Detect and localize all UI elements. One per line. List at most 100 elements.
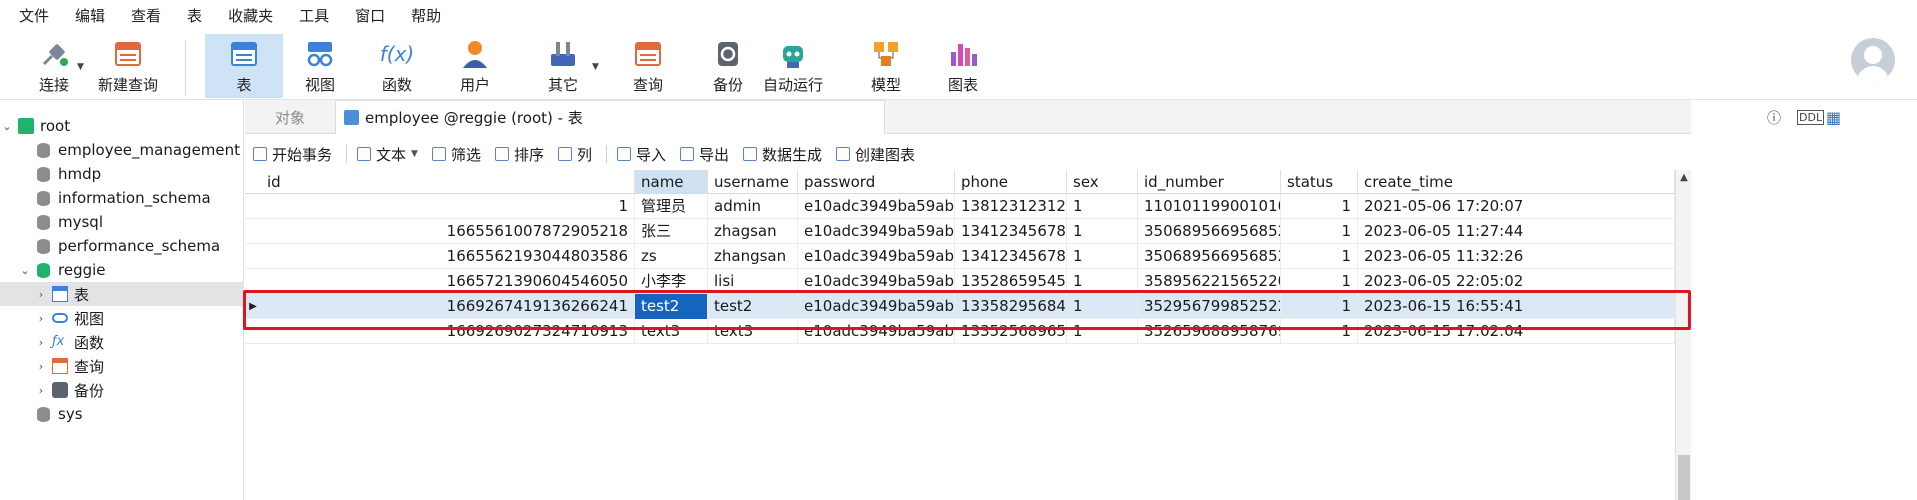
text-view-button[interactable]: 文本 ▼	[357, 144, 418, 165]
tree-item[interactable]: hmdp	[0, 162, 244, 186]
cell-username[interactable]: admin	[708, 194, 798, 219]
toolbar-button[interactable]: 模型	[850, 34, 922, 98]
cell-name[interactable]: 小李李	[635, 269, 708, 294]
tree-item[interactable]: ⌄ reggie	[0, 258, 244, 282]
columns-button[interactable]: 列	[557, 144, 592, 165]
cell-id[interactable]: 1669269027324710913	[261, 319, 635, 344]
toolbar-button[interactable]: 新建查询	[92, 34, 164, 98]
menu-item[interactable]: 查看	[118, 0, 174, 32]
scroll-up-icon[interactable]: ▲	[1676, 170, 1692, 186]
cell-sex[interactable]: 1	[1067, 269, 1138, 294]
table-row[interactable]: 1665561007872905218 张三 zhagsan e10adc3949ba…	[245, 219, 1691, 244]
cell-name[interactable]: test2	[635, 294, 708, 319]
expand-arrow-icon[interactable]: ›	[34, 288, 48, 301]
panel-layout-icon[interactable]: ▦	[1826, 108, 1841, 127]
cell-id_number[interactable]: 352659688958769885	[1138, 319, 1281, 344]
cell-name[interactable]: 管理员	[635, 194, 708, 219]
cell-id[interactable]: 1665721390604546050	[261, 269, 635, 294]
cell-username[interactable]: lisi	[708, 269, 798, 294]
table-row[interactable]: 1665562193044803586 zs zhangsan e10adc3949b…	[245, 244, 1691, 269]
cell-create_time[interactable]: 2023-06-15 16:55:41	[1358, 294, 1675, 319]
cell-create_time[interactable]: 2023-06-05 22:05:02	[1358, 269, 1675, 294]
toolbar-button[interactable]: 其它	[527, 34, 599, 98]
column-header-sex[interactable]: sex	[1067, 170, 1138, 194]
menu-item[interactable]: 收藏夹	[215, 0, 286, 32]
cell-sex[interactable]: 1	[1067, 244, 1138, 269]
tree-item[interactable]: performance_schema	[0, 234, 244, 258]
tree-item[interactable]: mysql	[0, 210, 244, 234]
cell-id_number[interactable]: 358956221565220	[1138, 269, 1281, 294]
expand-arrow-icon[interactable]: ›	[34, 384, 48, 397]
table-row[interactable]: ▶ 1669267419136266241 test2 test2 e10adc3949…	[245, 294, 1691, 319]
cell-password[interactable]: e10adc3949ba59abbe56	[798, 194, 955, 219]
cell-create_time[interactable]: 2021-05-06 17:20:07	[1358, 194, 1675, 219]
scroll-thumb[interactable]	[1678, 455, 1690, 500]
info-icon[interactable]: ⓘ	[1767, 108, 1781, 128]
cell-username[interactable]: text3	[708, 319, 798, 344]
expand-arrow-icon[interactable]: ⌄	[0, 120, 14, 133]
toolbar-button[interactable]: 查询	[612, 34, 684, 98]
table-row[interactable]: 1669269027324710913 text3 text3 e10adc3949b…	[245, 319, 1691, 344]
menu-item[interactable]: 表	[174, 0, 215, 32]
tree-item[interactable]: › 查询	[0, 354, 244, 378]
create-chart-button[interactable]: 创建图表	[836, 144, 915, 165]
tree-item[interactable]: › ƒx 函数	[0, 330, 244, 354]
cell-password[interactable]: e10adc3949ba59abbe56	[798, 269, 955, 294]
cell-username[interactable]: zhangsan	[708, 244, 798, 269]
cell-sex[interactable]: 1	[1067, 219, 1138, 244]
table-row[interactable]: 1665721390604546050 小李李 lisi e10adc3949ba59…	[245, 269, 1691, 294]
cell-create_time[interactable]: 2023-06-05 11:32:26	[1358, 244, 1675, 269]
tree-item[interactable]: ⌄ root	[0, 114, 244, 138]
tree-item[interactable]: sys	[0, 402, 244, 426]
cell-create_time[interactable]: 2023-06-15 17:02:04	[1358, 319, 1675, 344]
cell-phone[interactable]: 13412345678	[955, 244, 1067, 269]
cell-create_time[interactable]: 2023-06-05 11:27:44	[1358, 219, 1675, 244]
table-row[interactable]: 1管理员admine10adc3949ba59abbe5613812312312…	[245, 194, 1691, 219]
cell-password[interactable]: e10adc3949ba59abbe56	[798, 244, 955, 269]
toolbar-button[interactable]: 表	[205, 34, 283, 98]
menu-item[interactable]: 文件	[6, 0, 62, 32]
cell-password[interactable]: e10adc3949ba59abbe56	[798, 294, 955, 319]
cell-id[interactable]: 1665562193044803586	[261, 244, 635, 269]
cell-name[interactable]: text3	[635, 319, 708, 344]
tab-objects[interactable]: 对象	[245, 100, 335, 134]
cell-id[interactable]: 1669267419136266241	[261, 294, 635, 319]
column-header-username[interactable]: username	[708, 170, 798, 194]
cell-status[interactable]: 1	[1281, 194, 1358, 219]
cell-status[interactable]: 1	[1281, 319, 1358, 344]
cell-username[interactable]: test2	[708, 294, 798, 319]
column-header-create_time[interactable]: create_time	[1358, 170, 1675, 194]
column-header-password[interactable]: password	[798, 170, 955, 194]
cell-phone[interactable]: 13352568965	[955, 319, 1067, 344]
expand-arrow-icon[interactable]: ›	[34, 336, 48, 349]
column-header-name[interactable]: name	[635, 170, 708, 194]
column-header-id[interactable]: id	[261, 170, 635, 194]
filter-button[interactable]: 筛选	[431, 144, 481, 165]
cell-id[interactable]: 1	[261, 194, 635, 219]
begin-transaction-button[interactable]: 开始事务	[253, 144, 332, 165]
cell-sex[interactable]: 1	[1067, 319, 1138, 344]
cell-status[interactable]: 1	[1281, 244, 1358, 269]
toolbar-button[interactable]: 视图	[284, 34, 356, 98]
cell-name[interactable]: zs	[635, 244, 708, 269]
tree-item[interactable]: › 表	[0, 282, 244, 306]
ddl-icon[interactable]: DDL	[1797, 110, 1825, 125]
cell-phone[interactable]: 13358295684	[955, 294, 1067, 319]
tree-item[interactable]: › 备份	[0, 378, 244, 402]
toolbar-button[interactable]: 连接	[18, 34, 90, 98]
column-header-id_number[interactable]: id_number	[1138, 170, 1281, 194]
tree-item[interactable]: › 视图	[0, 306, 244, 330]
cell-username[interactable]: zhagsan	[708, 219, 798, 244]
cell-sex[interactable]: 1	[1067, 294, 1138, 319]
user-avatar[interactable]	[1851, 38, 1895, 82]
toolbar-button[interactable]: 用户	[439, 34, 511, 98]
cell-id_number[interactable]: 350689566956852556	[1138, 219, 1281, 244]
menu-item[interactable]: 编辑	[62, 0, 118, 32]
cell-id_number[interactable]: 110101199001010047	[1138, 194, 1281, 219]
cell-id[interactable]: 1665561007872905218	[261, 219, 635, 244]
expand-arrow-icon[interactable]: ›	[34, 312, 48, 325]
cell-id_number[interactable]: 350689566956852556	[1138, 244, 1281, 269]
expand-arrow-icon[interactable]: ›	[34, 360, 48, 373]
tree-item[interactable]: information_schema	[0, 186, 244, 210]
column-header-phone[interactable]: phone	[955, 170, 1067, 194]
